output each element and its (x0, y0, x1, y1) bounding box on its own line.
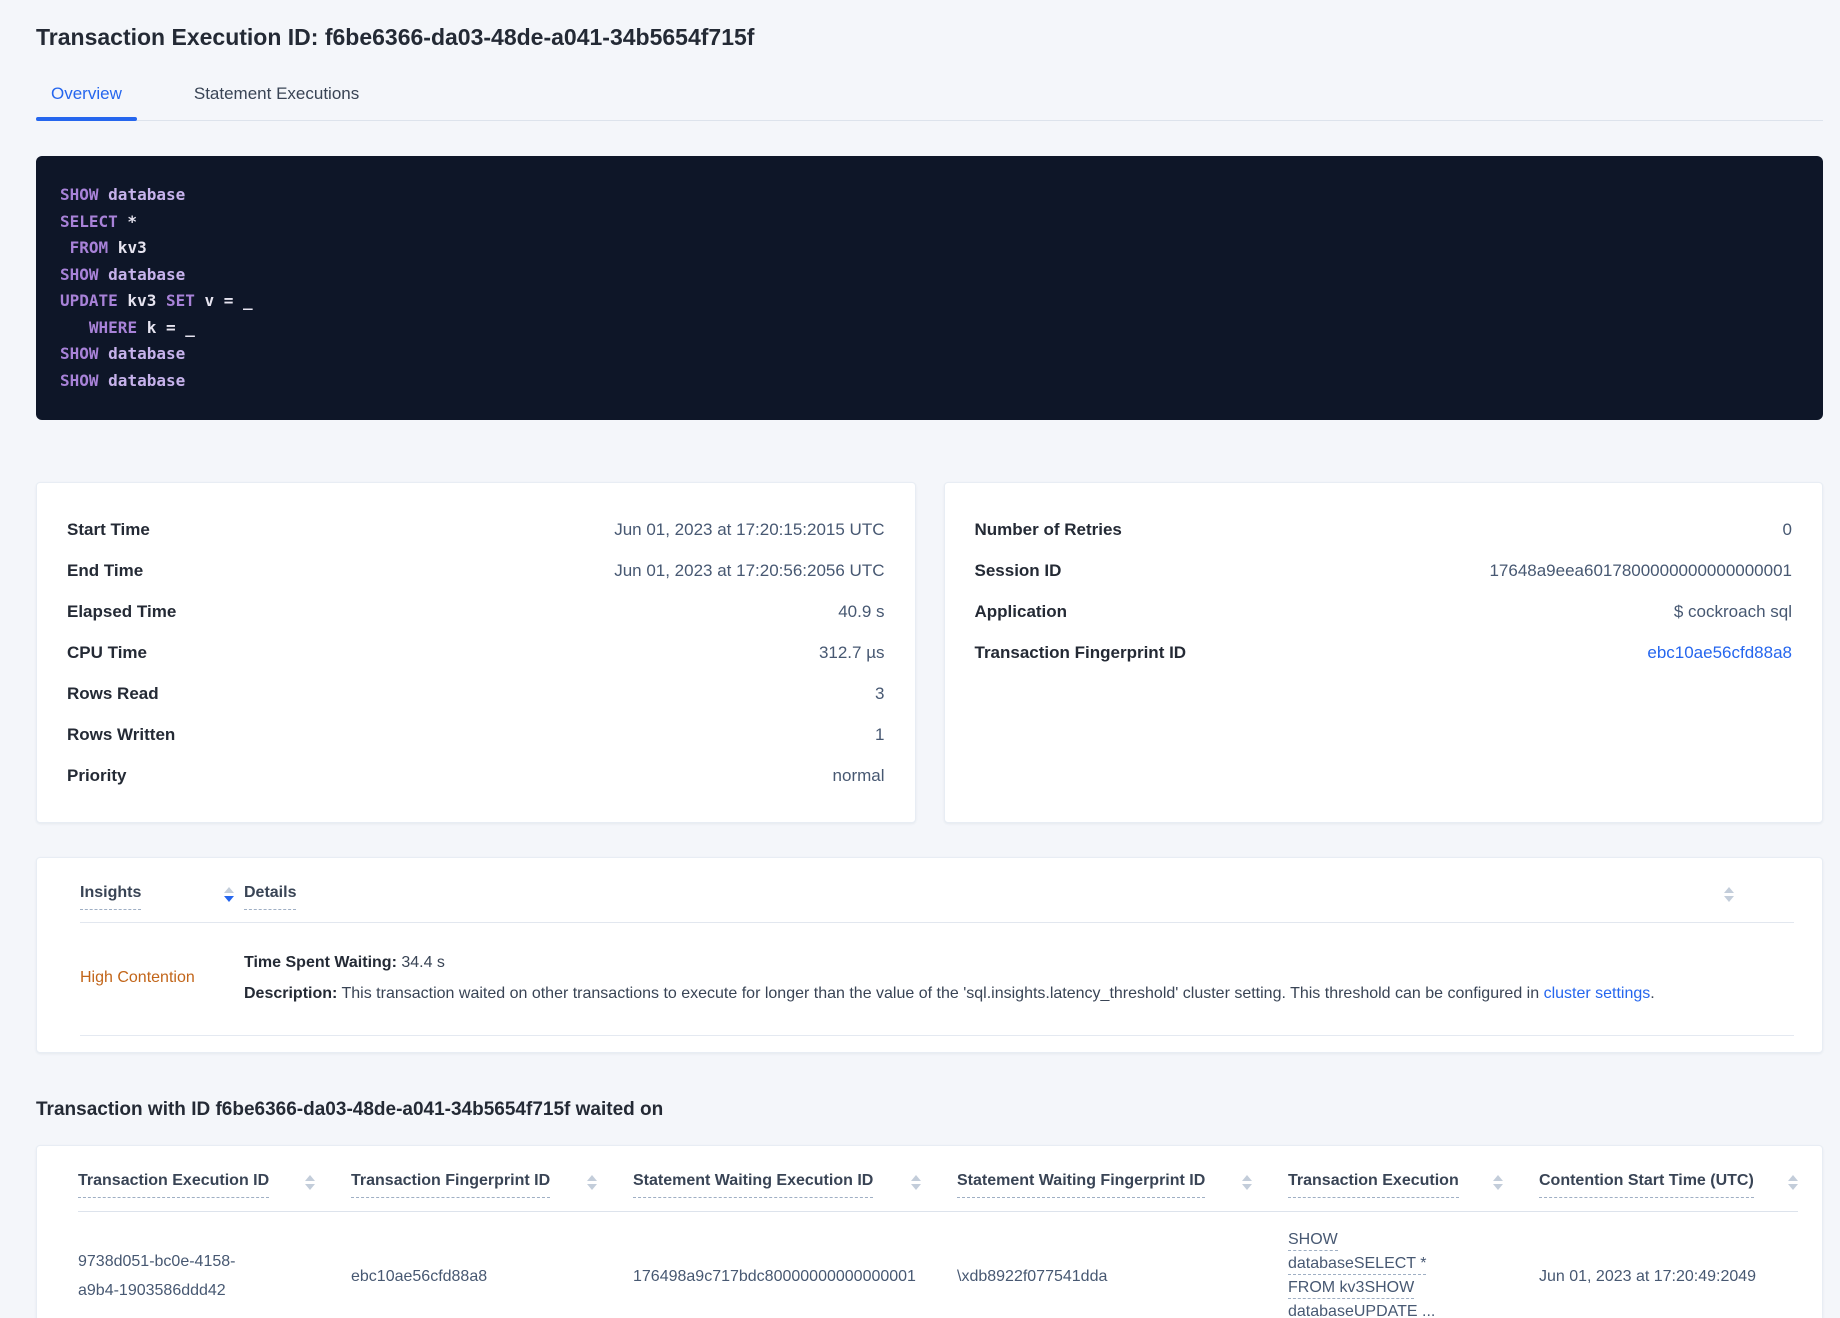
sort-icon[interactable] (587, 1172, 597, 1190)
summary-row-application: Application $ cockroach sql (975, 591, 1793, 632)
transaction-execution-statement-link[interactable]: SHOW databaseSELECT * FROM kv3SHOW datab… (1288, 1231, 1436, 1318)
time-spent-waiting-value: 34.4 s (396, 954, 445, 971)
insights-header-label[interactable]: Insights (80, 884, 142, 910)
table-row: 9738d051-bc0e-4158-a9b4-1903586ddd42 ebc… (78, 1212, 1798, 1318)
tab-overview[interactable]: Overview (36, 78, 137, 121)
txn-fingerprint-label: Transaction Fingerprint ID (974, 642, 1187, 662)
cell-transaction-execution-id: 9738d051-bc0e-4158-a9b4-1903586ddd42 (78, 1253, 236, 1299)
end-time-value: Jun 01, 2023 at 17:20:56:2056 UTC (614, 560, 885, 580)
rows-read-value: 3 (875, 683, 885, 703)
elapsed-time-label: Elapsed Time (67, 601, 177, 621)
application-value: $ cockroach sql (1673, 601, 1792, 621)
summary-row-retries: Number of Retries 0 (975, 509, 1793, 550)
col-header-transaction-execution-id: Transaction Execution ID (78, 1172, 351, 1198)
elapsed-time-value: 40.9 s (838, 601, 885, 621)
summary-card-right: Number of Retries 0 Session ID 17648a9ee… (943, 482, 1823, 823)
transaction-execution-id-header-label[interactable]: Transaction Execution ID (78, 1172, 270, 1198)
high-contention-badge: High Contention (80, 969, 195, 986)
sort-icon[interactable] (1493, 1172, 1503, 1190)
end-time-label: End Time (67, 560, 144, 580)
statement-waiting-fingerprint-id-header-label[interactable]: Statement Waiting Fingerprint ID (957, 1172, 1206, 1198)
col-header-statement-waiting-execution-id: Statement Waiting Execution ID (633, 1172, 957, 1198)
tab-bar: Overview Statement Executions (36, 78, 1823, 121)
summary-row-session-id: Session ID 17648a9eea6017800000000000000… (975, 550, 1793, 591)
waited-on-heading: Transaction with ID f6be6366-da03-48de-a… (36, 1099, 664, 1120)
application-label: Application (974, 601, 1068, 621)
cell-transaction-fingerprint-id: ebc10ae56cfd88a8 (351, 1267, 488, 1285)
session-id-label: Session ID (974, 560, 1062, 580)
rows-written-label: Rows Written (67, 724, 176, 744)
cpu-time-value: 312.7 µs (818, 642, 885, 662)
summary-cards-row: Start Time Jun 01, 2023 at 17:20:15:2015… (36, 482, 1823, 823)
col-header-contention-start-time: Contention Start Time (UTC) (1539, 1172, 1798, 1198)
cell-contention-start-time: Jun 01, 2023 at 17:20:49:2049 (1539, 1267, 1757, 1285)
details-header-label[interactable]: Details (244, 884, 297, 910)
summary-row-start-time: Start Time Jun 01, 2023 at 17:20:15:2015… (67, 509, 885, 550)
col-header-transaction-execution: Transaction Execution (1288, 1172, 1539, 1198)
cell-statement-waiting-fingerprint-id: \xdb8922f077541dda (957, 1267, 1108, 1285)
priority-label: Priority (67, 765, 127, 785)
summary-row-rows-read: Rows Read 3 (67, 673, 885, 714)
waited-on-table-card: Transaction Execution ID Transaction Fin… (36, 1145, 1823, 1318)
start-time-label: Start Time (67, 519, 150, 539)
transaction-fingerprint-id-header-label[interactable]: Transaction Fingerprint ID (351, 1172, 551, 1198)
col-header-transaction-fingerprint-id: Transaction Fingerprint ID (351, 1172, 633, 1198)
retries-value: 0 (1782, 519, 1792, 539)
summary-row-cpu-time: CPU Time 312.7 µs (67, 632, 885, 673)
transaction-execution-header-label[interactable]: Transaction Execution (1288, 1172, 1459, 1198)
txn-fingerprint-link[interactable]: ebc10ae56cfd88a8 (1647, 643, 1792, 663)
sql-statements-box: SHOW database SELECT * FROM kv3 SHOW datab… (36, 156, 1823, 420)
summary-row-elapsed-time: Elapsed Time 40.9 s (67, 591, 885, 632)
priority-value: normal (832, 765, 885, 785)
transaction-details-page: Transaction Execution ID: f6be6366-da03-… (0, 0, 1840, 1318)
summary-row-rows-written: Rows Written 1 (67, 714, 885, 755)
cell-statement-waiting-execution-id: 176498a9c717bdc80000000000000001 (633, 1267, 916, 1285)
insights-table-header: Insights Details (80, 884, 1794, 910)
summary-row-priority: Priority normal (67, 755, 885, 796)
statement-waiting-execution-id-header-label[interactable]: Statement Waiting Execution ID (633, 1172, 874, 1198)
description-text: This transaction waited on other transac… (337, 985, 1544, 1002)
cpu-time-label: CPU Time (67, 642, 147, 662)
tab-statement-executions[interactable]: Statement Executions (179, 78, 374, 120)
insights-row-divider (80, 1035, 1794, 1036)
retries-label: Number of Retries (974, 519, 1122, 539)
insight-row: High Contention Time Spent Waiting: 34.4… (80, 923, 1794, 1035)
sort-icon[interactable] (224, 884, 234, 902)
page-title: Transaction Execution ID: f6be6366-da03-… (36, 24, 755, 50)
time-spent-waiting-label: Time Spent Waiting: (244, 954, 397, 971)
sql-code: SHOW database SELECT * FROM kv3 SHOW datab… (60, 185, 253, 390)
contention-start-time-header-label[interactable]: Contention Start Time (UTC) (1539, 1172, 1754, 1198)
sort-icon[interactable] (1788, 1172, 1798, 1190)
rows-written-value: 1 (875, 724, 885, 744)
insights-column-header: Insights (80, 884, 244, 910)
rows-read-label: Rows Read (67, 683, 159, 703)
sort-icon[interactable] (305, 1172, 315, 1190)
sort-icon[interactable] (1724, 884, 1734, 902)
sort-icon[interactable] (911, 1172, 921, 1190)
time-spent-waiting-line: Time Spent Waiting: 34.4 s (244, 947, 1794, 978)
session-id-value: 17648a9eea6017800000000000000001 (1489, 560, 1792, 580)
cluster-settings-link[interactable]: cluster settings (1544, 985, 1651, 1002)
details-column-header: Details (244, 884, 1724, 910)
insights-table-card: Insights Details High Contention Time Sp… (36, 857, 1823, 1053)
summary-row-end-time: End Time Jun 01, 2023 at 17:20:56:2056 U… (67, 550, 885, 591)
col-header-statement-waiting-fingerprint-id: Statement Waiting Fingerprint ID (957, 1172, 1288, 1198)
description-line: Description: This transaction waited on … (244, 978, 1794, 1009)
description-label: Description: (244, 985, 338, 1002)
waited-table-header: Transaction Execution ID Transaction Fin… (78, 1172, 1798, 1198)
summary-row-txn-fingerprint: Transaction Fingerprint ID ebc10ae56cfd8… (975, 632, 1793, 673)
start-time-value: Jun 01, 2023 at 17:20:15:2015 UTC (614, 519, 885, 539)
description-suffix: . (1650, 985, 1655, 1002)
insight-details: Time Spent Waiting: 34.4 s Description: … (244, 947, 1794, 1009)
cell-transaction-execution: SHOW databaseSELECT * FROM kv3SHOW datab… (1288, 1228, 1539, 1318)
sort-icon[interactable] (1242, 1172, 1252, 1190)
summary-card-left: Start Time Jun 01, 2023 at 17:20:15:2015… (36, 482, 916, 823)
